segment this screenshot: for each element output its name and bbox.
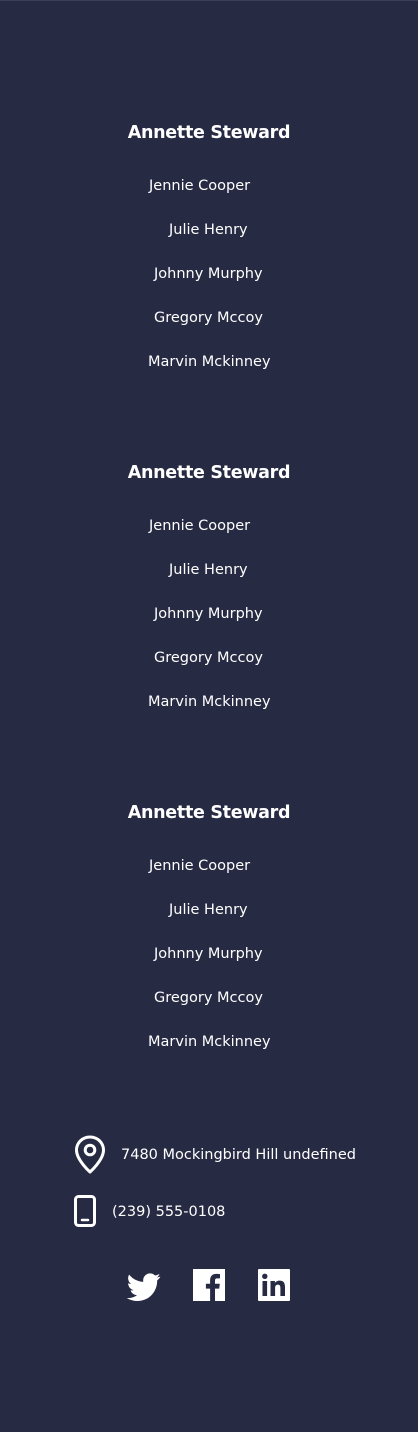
twitter-icon[interactable] (126, 1269, 161, 1303)
mobile-phone-icon (73, 1194, 97, 1233)
column-heading: Annette Steward (127, 463, 291, 483)
contact-phone: (239) 555-0108 (0, 1193, 418, 1233)
linkedin-icon[interactable] (258, 1269, 290, 1303)
footer-link[interactable]: Marvin Mckinney (148, 693, 271, 711)
footer: Annette Steward Jennie Cooper Julie Henr… (0, 0, 418, 1432)
footer-link[interactable]: Gregory Mccoy (154, 649, 263, 667)
footer-link[interactable]: Gregory Mccoy (154, 989, 263, 1007)
footer-link[interactable]: Jennie Cooper (149, 177, 250, 195)
footer-link[interactable]: Gregory Mccoy (154, 309, 263, 327)
footer-link[interactable]: Johnny Murphy (154, 265, 263, 283)
footer-link[interactable]: Marvin Mckinney (148, 1033, 271, 1051)
facebook-icon[interactable] (193, 1269, 225, 1303)
footer-link[interactable]: Jennie Cooper (149, 857, 250, 875)
footer-link[interactable]: Johnny Murphy (154, 605, 263, 623)
address-text: 7480 Mockingbird Hill undefined (121, 1147, 356, 1163)
footer-link[interactable]: Julie Henry (169, 901, 248, 919)
contact-address: 7480 Mockingbird Hill undefined (0, 1135, 418, 1175)
footer-link[interactable]: Julie Henry (169, 221, 248, 239)
footer-link[interactable]: Marvin Mckinney (148, 353, 271, 371)
footer-link[interactable]: Johnny Murphy (154, 945, 263, 963)
footer-link[interactable]: Julie Henry (169, 561, 248, 579)
footer-link[interactable]: Jennie Cooper (149, 517, 250, 535)
phone-text[interactable]: (239) 555-0108 (112, 1203, 225, 1221)
location-pin-icon (74, 1135, 106, 1180)
column-heading: Annette Steward (127, 803, 291, 823)
column-heading: Annette Steward (127, 123, 291, 143)
